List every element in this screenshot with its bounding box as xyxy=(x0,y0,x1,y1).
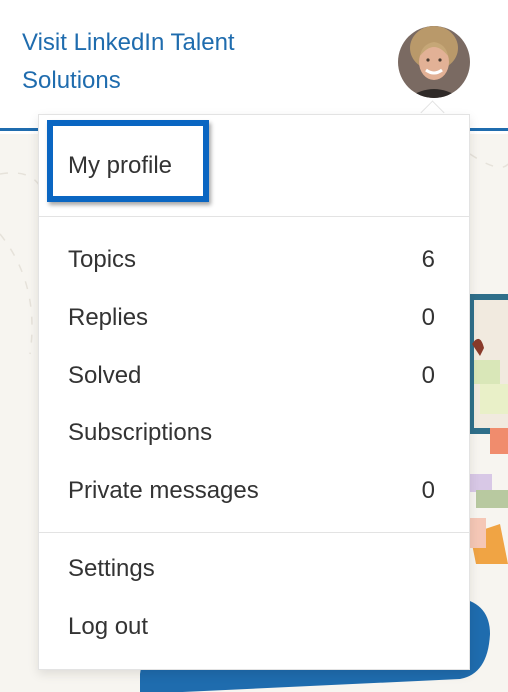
avatar-photo-icon xyxy=(398,26,470,98)
menu-divider xyxy=(39,532,469,533)
user-avatar[interactable] xyxy=(398,26,470,98)
menu-item-solved[interactable]: Solved 0 xyxy=(68,356,435,396)
menu-divider xyxy=(39,216,469,217)
menu-item-subscriptions[interactable]: Subscriptions xyxy=(68,413,435,453)
menu-item-replies[interactable]: Replies 0 xyxy=(68,298,435,338)
menu-item-label: Solved xyxy=(68,362,142,389)
talent-solutions-link[interactable]: Visit LinkedIn Talent Solutions xyxy=(22,24,302,100)
menu-item-private-messages[interactable]: Private messages 0 xyxy=(68,471,435,511)
menu-item-label: Log out xyxy=(68,613,149,640)
profile-dropdown-menu: My profile Topics 6 Replies 0 Solved 0 S… xyxy=(38,114,470,670)
menu-item-label: Private messages xyxy=(68,477,259,504)
highlight-box xyxy=(47,120,209,202)
menu-item-label: Topics xyxy=(68,246,137,273)
menu-item-count: 0 xyxy=(421,477,435,504)
menu-item-logout[interactable]: Log out xyxy=(68,607,435,647)
menu-item-label: Settings xyxy=(68,555,155,582)
menu-item-settings[interactable]: Settings xyxy=(68,549,435,589)
menu-item-topics[interactable]: Topics 6 xyxy=(68,240,435,280)
menu-item-count: 6 xyxy=(421,246,435,273)
menu-item-count: 0 xyxy=(421,304,435,331)
menu-item-label: Subscriptions xyxy=(68,419,213,446)
menu-item-count: 0 xyxy=(421,362,435,389)
menu-item-label: Replies xyxy=(68,304,149,331)
